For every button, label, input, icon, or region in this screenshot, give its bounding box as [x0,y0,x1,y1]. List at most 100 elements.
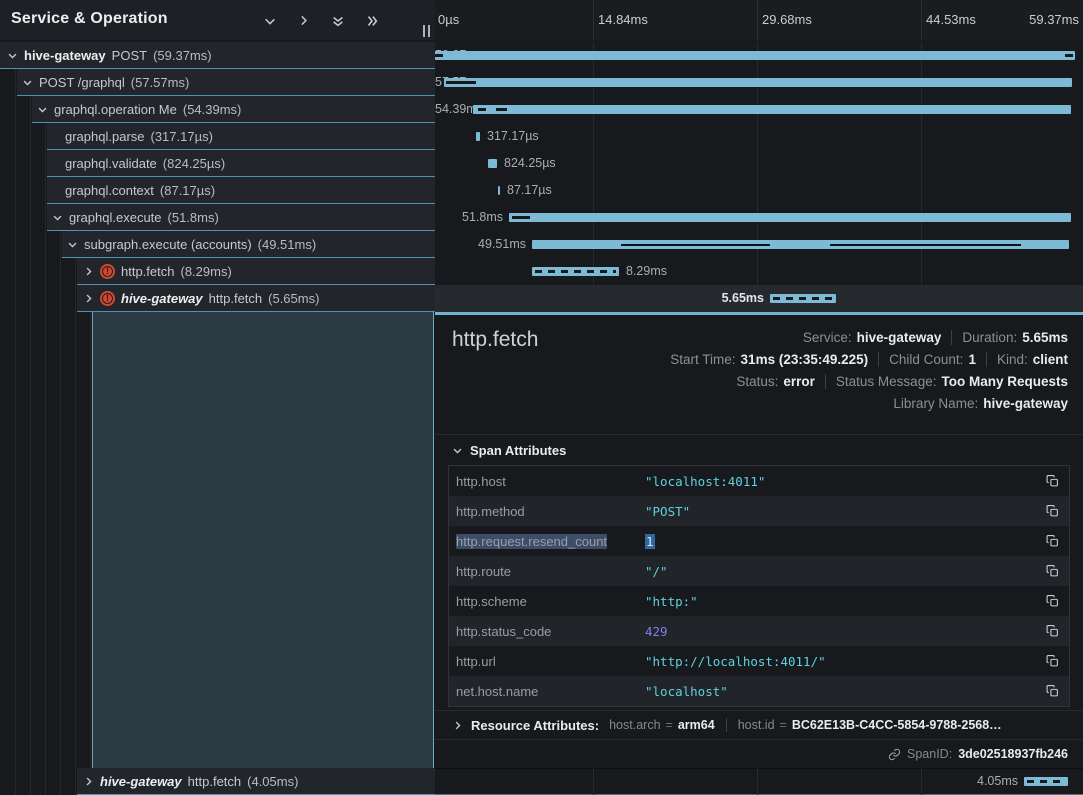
chevron-right-icon[interactable] [83,776,94,787]
attr-value[interactable]: "localhost" [645,684,728,699]
meta-value: 1 [968,352,976,367]
tree-row[interactable]: graphql.parse (317.17µs) [47,123,435,150]
meta-label: Start Time: [670,352,735,367]
span-attributes-header[interactable]: Span Attributes [452,443,566,458]
tree-row[interactable]: graphql.validate(824.25µs) [47,150,435,177]
span-operation-name: graphql.parse [65,129,145,144]
chevron-down-icon[interactable] [7,50,18,61]
attribute-row: http.url"http://localhost:4011/" [449,646,1069,676]
meta-value: hive-gateway [983,396,1068,411]
attr-key[interactable]: http.status_code [449,624,645,639]
span-duration: (87.17µs) [160,183,215,198]
copy-button[interactable] [1044,683,1060,699]
meta-line: Library Name: hive-gateway [670,392,1068,414]
span-service-name: hive-gateway [24,48,106,63]
attr-key[interactable]: http.scheme [449,594,645,609]
span-bar[interactable] [444,78,1072,87]
collapse-all-double-chevron-down-icon[interactable] [329,12,346,29]
span-bar[interactable] [435,51,1075,60]
collapse-one-chevron-down-icon[interactable] [261,12,278,29]
link-icon[interactable] [888,748,901,761]
copy-button[interactable] [1044,623,1060,639]
span-id-row: SpanID: 3de02518937fb246 [435,739,1083,768]
meta-label: Library Name: [893,396,978,411]
meta-value: 5.65ms [1022,330,1068,345]
tree-row[interactable]: graphql.execute(51.8ms) [47,204,435,231]
span-event-mark [435,54,443,57]
span-bar[interactable] [473,105,1071,114]
axis-tick-label: 0µs [438,12,459,27]
error-icon: ! [100,291,115,306]
span-bar[interactable] [770,294,836,303]
attribute-row: http.method"POST" [449,496,1069,526]
attr-value[interactable]: 1 [645,534,655,549]
attr-key[interactable]: http.route [449,564,645,579]
span-bar[interactable] [498,186,500,195]
attr-key[interactable]: http.url [449,654,645,669]
tree-row[interactable]: graphql.operation Me(54.39ms) [32,96,435,123]
copy-button[interactable] [1044,563,1060,579]
tree-row[interactable]: !hive-gatewayhttp.fetch(5.65ms) [77,285,435,312]
timeline-gridline [593,177,594,204]
chevron-right-icon[interactable] [83,293,94,304]
bar-duration-label: 824.25µs [504,156,556,170]
span-duration: (59.37ms) [153,48,212,63]
meta-value: 31ms (23:35:49.225) [741,352,869,367]
chevron-right-icon[interactable] [83,266,94,277]
expand-one-chevron-right-icon[interactable] [295,12,312,29]
attribute-row: http.host"localhost:4011" [449,466,1069,496]
span-bar[interactable] [509,213,1071,222]
panel-resize-handle[interactable] [420,25,432,39]
tree-row[interactable]: hive-gatewayPOST(59.37ms) [0,42,435,69]
timeline-gridline [757,177,758,204]
timeline-row: 4.05ms [435,768,1083,795]
meta-divider [878,352,879,367]
copy-button[interactable] [1044,503,1060,519]
chevron-down-icon[interactable] [67,239,78,250]
chevron-right-icon [452,720,463,731]
meta-label: Service: [803,330,852,345]
chevron-down-icon[interactable] [37,104,48,115]
span-event-mark [446,81,476,84]
attr-key[interactable]: http.method [449,504,645,519]
attr-value[interactable]: 429 [645,624,668,639]
timeline-row: 49.51ms [435,231,1083,258]
copy-button[interactable] [1044,593,1060,609]
attr-value[interactable]: "http://localhost:4011/" [645,654,826,669]
copy-button[interactable] [1044,653,1060,669]
attr-key[interactable]: http.request.resend_count [449,534,645,549]
span-tree-panel: Service & Operation hive-gatewayPOST(59.… [0,0,435,795]
tree-row[interactable]: subgraph.execute (accounts)(49.51ms) [62,231,435,258]
chevron-down-icon[interactable] [52,212,63,223]
span-detail-meta: Service:hive-gatewayDuration:5.65msStart… [670,326,1068,414]
chevron-down-icon[interactable] [22,77,33,88]
span-operation-name: graphql.validate [65,156,157,171]
tree-row[interactable]: graphql.context(87.17µs) [47,177,435,204]
attr-value[interactable]: "localhost:4011" [645,474,765,489]
span-duration: (317.17µs) [151,129,213,144]
copy-button[interactable] [1044,533,1060,549]
expand-all-double-chevron-right-icon[interactable] [363,12,380,29]
resource-attributes-items: host.arch=arm64host.id=BC62E13B-C4CC-585… [609,718,1002,732]
attr-value[interactable]: "/" [645,564,668,579]
attr-value-text: "http:" [645,594,698,609]
meta-value: client [1033,352,1068,367]
span-duration: (5.65ms) [268,291,319,306]
error-icon: ! [100,264,115,279]
resource-attributes-heading[interactable]: Resource Attributes: [471,718,599,733]
span-bar[interactable] [476,132,480,141]
attr-key[interactable]: net.host.name [449,684,645,699]
attr-key[interactable]: http.host [449,474,645,489]
span-bar[interactable] [532,267,619,276]
span-bar[interactable] [488,159,497,168]
span-service-name: hive-gateway [100,774,182,789]
meta-label: Status Message: [836,374,937,389]
tree-row[interactable]: !http.fetch(8.29ms) [77,258,435,285]
attr-value[interactable]: "POST" [645,504,690,519]
copy-button[interactable] [1044,473,1060,489]
span-bar[interactable] [1024,777,1068,786]
span-duration: (54.39ms) [183,102,242,117]
tree-row[interactable]: hive-gatewayhttp.fetch(4.05ms) [77,768,435,795]
attr-value[interactable]: "http:" [645,594,698,609]
tree-row[interactable]: POST /graphql(57.57ms) [17,69,435,96]
